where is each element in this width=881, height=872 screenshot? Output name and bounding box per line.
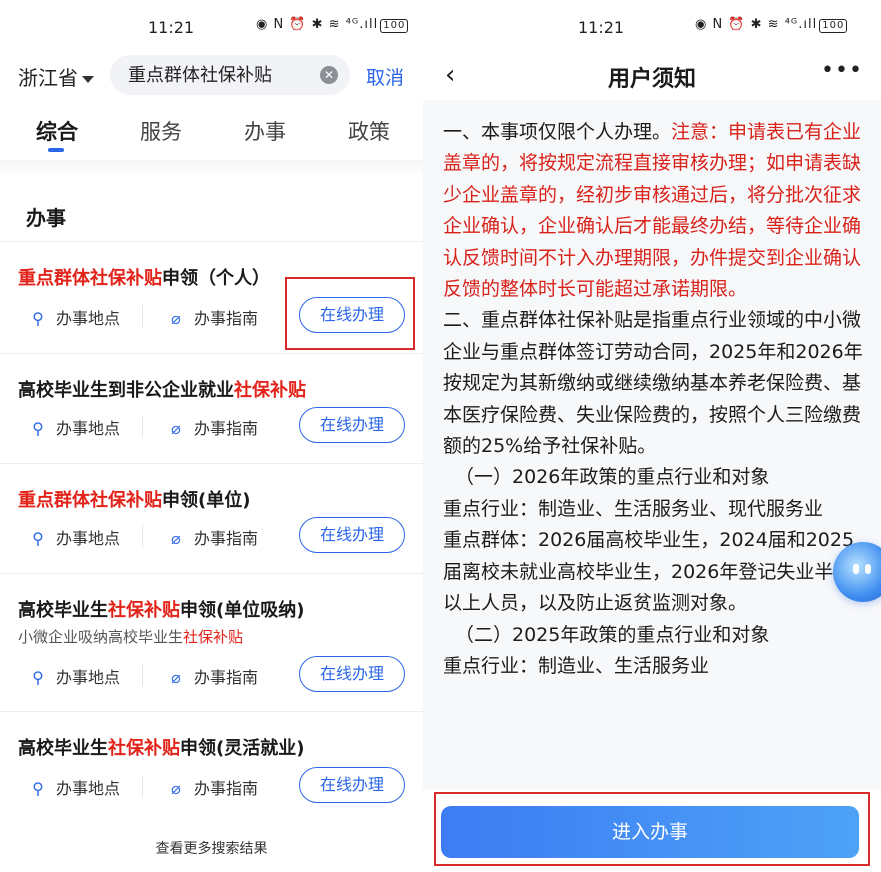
status-icons: ◉ N ⏰ ✱ ≋ ⁴ᴳ.ıll 100 [695,17,848,33]
divider [142,305,143,327]
section-title: 办事 [26,206,66,230]
highlight-box [285,277,415,350]
clear-icon[interactable]: ✕ [320,66,338,84]
status-time: 11:21 [148,18,195,37]
battery-icon: 100 [819,19,848,33]
search-bar[interactable]: ✕ [110,55,350,95]
active-tab-indicator [48,148,64,152]
compass-icon: ⌀ [171,309,181,328]
list-item: 高校毕业生到非公企业就业社保补贴 ⚲ 办事地点 ⌀ 办事指南 在线办理 [0,353,423,463]
tab-comprehensive[interactable]: 综合 [36,116,78,146]
status-bar: 11:21 ◉ N ⏰ ✱ ≋ ⁴ᴳ.ıll 100 [0,0,423,52]
location-action[interactable]: ⚲ 办事地点 [28,664,120,688]
divider [142,415,143,437]
location-action[interactable]: ⚲ 办事地点 [28,305,120,329]
tab-services[interactable]: 服务 [140,116,182,146]
more-icon[interactable]: ••• [821,58,863,83]
highlight-box [434,792,870,866]
online-apply-button[interactable]: 在线办理 [299,656,405,692]
divider [142,775,143,797]
guide-action[interactable]: ⌀ 办事指南 [166,415,258,439]
battery-icon: 100 [380,19,409,33]
list-item: 高校毕业生社保补贴申领(灵活就业) ⚲ 办事地点 ⌀ 办事指南 在线办理 [0,711,423,821]
location-action[interactable]: ⚲ 办事地点 [28,415,120,439]
tab-affairs[interactable]: 办事 [244,116,286,146]
divider [142,525,143,547]
compass-icon: ⌀ [171,668,181,687]
location-icon: ⚲ [32,668,44,687]
item-title[interactable]: 重点群体社保补贴申领（个人） [18,264,270,290]
more-results-link[interactable]: 查看更多搜索结果 [0,838,423,858]
cancel-button[interactable]: 取消 [366,63,404,90]
guide-action[interactable]: ⌀ 办事指南 [166,775,258,799]
compass-icon: ⌀ [171,529,181,548]
list-item: 重点群体社保补贴申领(单位) ⚲ 办事地点 ⌀ 办事指南 在线办理 [0,463,423,573]
item-title[interactable]: 高校毕业生社保补贴申领(灵活就业) [18,734,304,760]
list-item: 高校毕业生社保补贴申领(单位吸纳) 小微企业吸纳高校毕业生社保补贴 ⚲ 办事地点 … [0,573,423,711]
location-icon: ⚲ [32,529,44,548]
guide-action[interactable]: ⌀ 办事指南 [166,305,258,329]
caret-down-icon [82,76,94,83]
location-icon: ⚲ [32,779,44,798]
tab-policy[interactable]: 政策 [348,116,390,146]
user-notice-screen: 11:21 ◉ N ⏰ ✱ ≋ ⁴ᴳ.ıll 100 ‹ 用户须知 ••• 一、本… [423,0,881,872]
online-apply-button[interactable]: 在线办理 [299,407,405,443]
location-action[interactable]: ⚲ 办事地点 [28,775,120,799]
guide-action[interactable]: ⌀ 办事指南 [166,525,258,549]
item-title[interactable]: 高校毕业生社保补贴申领(单位吸纳) [18,596,304,622]
status-time: 11:21 [578,18,625,37]
notice-text: 一、本事项仅限个人办理。注意：申请表已有企业盖章的，将按规定流程直接审核办理；如… [443,121,863,677]
guide-action[interactable]: ⌀ 办事指南 [166,664,258,688]
search-input[interactable] [128,63,308,84]
divider [142,664,143,686]
search-results-screen: 11:21 ◉ N ⏰ ✱ ≋ ⁴ᴳ.ıll100 浙江省 ✕ 取消 综合 服务… [0,0,423,872]
online-apply-button[interactable]: 在线办理 [299,517,405,553]
item-subtitle: 小微企业吸纳高校毕业生社保补贴 [18,628,244,646]
compass-icon: ⌀ [171,779,181,798]
item-title[interactable]: 重点群体社保补贴申领(单位) [18,486,250,512]
status-bar: 11:21 ◉ N ⏰ ✱ ≋ ⁴ᴳ.ıll 100 [423,0,881,52]
notice-content[interactable]: 一、本事项仅限个人办理。注意：申请表已有企业盖章的，将按规定流程直接审核办理；如… [423,100,881,790]
divider [0,160,423,176]
tab-bar: 综合 服务 办事 政策 [0,112,423,162]
location-icon: ⚲ [32,419,44,438]
item-title[interactable]: 高校毕业生到非公企业就业社保补贴 [18,376,306,402]
compass-icon: ⌀ [171,419,181,438]
status-icons: ◉ N ⏰ ✱ ≋ ⁴ᴳ.ıll 100 [256,17,409,33]
online-apply-button[interactable]: 在线办理 [299,767,405,803]
province-selector[interactable]: 浙江省 [18,62,94,91]
page-title: 用户须知 [607,67,696,92]
location-icon: ⚲ [32,309,44,328]
location-action[interactable]: ⚲ 办事地点 [28,525,120,549]
